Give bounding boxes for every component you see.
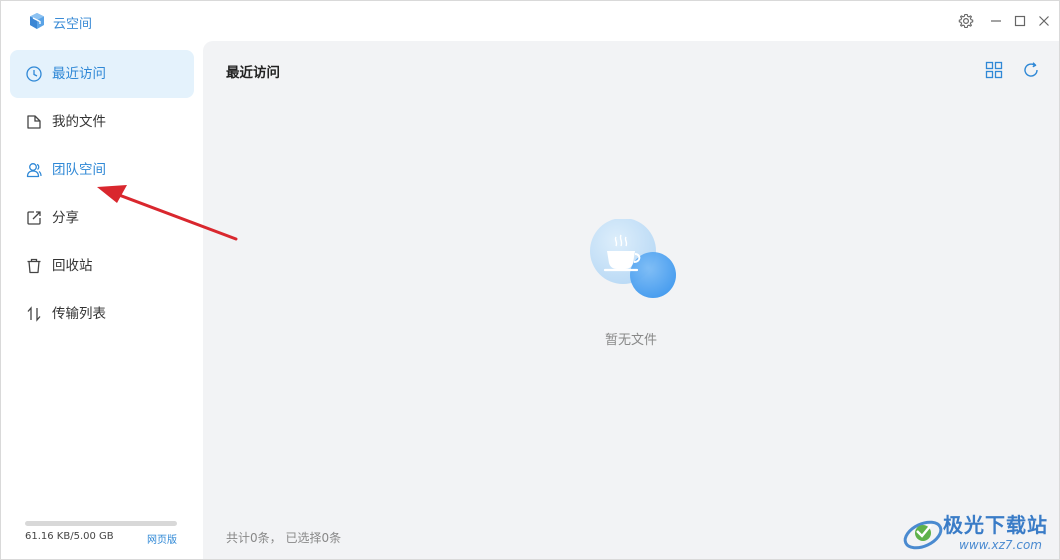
- trash-icon: [27, 258, 41, 274]
- watermark-logo-icon: [903, 520, 943, 550]
- web-version-link[interactable]: 网页版: [147, 531, 177, 546]
- sidebar-item-label: 最近访问: [52, 66, 106, 82]
- page-title: 最近访问: [226, 65, 280, 81]
- grid-icon: [985, 61, 1003, 79]
- sidebar-item-trash[interactable]: 回收站: [10, 242, 194, 290]
- team-icon: [26, 163, 42, 178]
- minimize-button[interactable]: [986, 11, 1006, 31]
- minimize-icon: [991, 20, 1001, 22]
- empty-state-cup-icon: [590, 219, 676, 298]
- refresh-button[interactable]: [1021, 60, 1041, 80]
- clock-icon: [26, 66, 42, 82]
- sidebar-item-label: 团队空间: [52, 162, 106, 178]
- close-button[interactable]: [1034, 11, 1054, 31]
- sidebar-item-team[interactable]: 团队空间: [10, 146, 194, 194]
- sidebar-item-label: 分享: [52, 210, 79, 226]
- watermark-brand: 极光下载站: [943, 513, 1048, 537]
- title-bar: 云空间: [1, 1, 1059, 41]
- close-icon: [1039, 16, 1049, 26]
- storage-usage-text: 61.16 KB/5.00 GB: [25, 531, 114, 542]
- maximize-icon: [1014, 15, 1026, 27]
- grid-view-button[interactable]: [984, 60, 1004, 80]
- selection-status-text: 共计0条， 已选择0条: [226, 531, 342, 545]
- refresh-icon: [1024, 62, 1038, 77]
- empty-state-text: 暂无文件: [604, 333, 657, 348]
- settings-button[interactable]: [956, 11, 976, 31]
- sidebar: 最近访问 我的文件 团队空间 分享 回收站 传输列表 61.16 KB/5.00…: [1, 41, 202, 559]
- sidebar-item-myfiles[interactable]: 我的文件: [10, 98, 194, 146]
- app-window: 云空间 最近访问 我的文件 团队空间 分享 回收站 传输列表 61.16 KB/…: [0, 0, 1060, 560]
- maximize-button[interactable]: [1010, 11, 1030, 31]
- share-icon: [27, 211, 41, 225]
- watermark-url: www.xz7.com: [959, 538, 1042, 552]
- sidebar-item-transfer[interactable]: 传输列表: [10, 290, 194, 338]
- file-icon: [27, 115, 41, 129]
- sidebar-item-recent[interactable]: 最近访问: [10, 50, 194, 98]
- cloud-box-logo-icon: [30, 13, 44, 29]
- app-title: 云空间: [53, 17, 93, 32]
- sidebar-item-label: 传输列表: [52, 306, 106, 322]
- sidebar-item-share[interactable]: 分享: [10, 194, 194, 242]
- storage-progress-bar: [25, 521, 177, 526]
- main-panel: 最近访问 暂无文件 共计0条， 已选择0条: [203, 41, 1059, 559]
- transfer-icon: [27, 306, 41, 322]
- watermark: 极光下载站 www.xz7.com: [901, 507, 1059, 559]
- sidebar-item-label: 我的文件: [52, 114, 106, 130]
- gear-icon: [958, 13, 974, 29]
- sidebar-item-label: 回收站: [52, 258, 93, 274]
